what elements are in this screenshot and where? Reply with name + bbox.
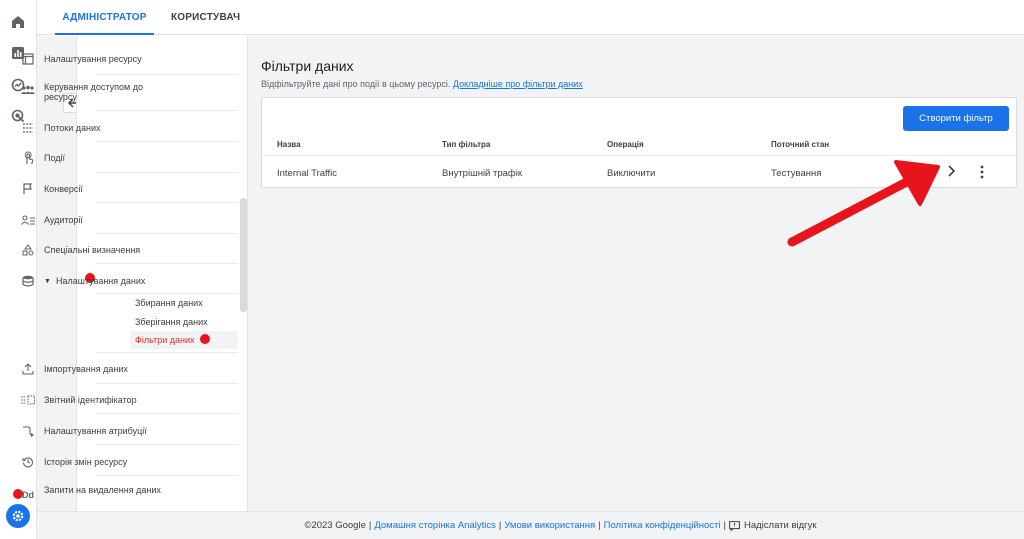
nav-item-label: Спеціальні визначення [44,245,141,255]
column-header-name: Назва [277,140,301,149]
footer: ©2023 Google | Домашня сторінка Analytic… [37,511,1024,539]
nav-item-label: Події [44,153,66,163]
people-icon [20,82,36,98]
nav-item-data-settings[interactable]: ▼ Налаштування даних [20,273,165,289]
footer-copyright: ©2023 Google [304,520,366,531]
nav-item-label: Налаштування атрибуції [44,426,147,436]
nav-item-label: Налаштування даних [55,276,146,286]
learn-more-link[interactable]: Докладніше про фільтри даних [453,79,583,89]
nav-item-audiences[interactable]: Аудиторії [20,212,165,228]
database-icon [20,273,36,289]
nav-item-label: Запити на видалення даних [44,485,161,495]
footer-link-analytics-home[interactable]: Домашня сторінка Analytics [374,520,496,531]
annotation-arrow [787,160,940,247]
nav-item-label: Потоки даних [44,123,101,133]
page-description: Відфільтруйте дані про події в цьому рес… [261,79,583,89]
dd-icon: Dd [22,490,34,500]
identifier-icon [20,392,36,408]
footer-link-privacy[interactable]: Політика конфіденційності [604,520,721,531]
nav-item-label: Аудиторії [44,215,83,225]
more-vert-icon[interactable] [977,164,987,180]
annotation-dot [200,334,210,344]
column-header-status: Поточний стан [771,140,830,149]
window-icon [20,51,36,67]
tab-user[interactable]: Користувач [171,0,240,35]
send-feedback-button[interactable]: Надіслати відгук [729,520,817,531]
page-title: Фільтри даних [261,58,354,74]
footer-link-terms[interactable]: Умови використання [504,520,595,531]
shapes-icon [20,242,36,258]
nav-item-conversions[interactable]: Конверсії [20,181,165,197]
nav-item-label: Конверсії [44,184,83,194]
nav-item-reporting-identity[interactable]: Звітний ідентифікатор [20,392,165,408]
nav-item-data-import[interactable]: Імпортування даних [20,361,165,377]
sub-item-data-retention[interactable]: Зберігання даних [135,317,208,327]
cell-filter-type: Внутрішній трафік [442,168,523,179]
audience-icon [20,212,36,228]
feedback-icon [729,520,740,531]
nav-item-attribution-settings[interactable]: Налаштування атрибуції [20,423,165,439]
attribution-icon [20,423,36,439]
nav-item-label: Імпортування даних [44,364,128,374]
touch-icon [20,150,36,166]
nav-item-label: Налаштування ресурсу [44,54,142,64]
upload-icon [20,361,36,377]
sub-item-data-collection[interactable]: Збирання даних [135,298,203,308]
nav-item-access-management[interactable]: Керування доступом до ресурсу [20,82,165,102]
create-filter-button[interactable]: Створити фільтр [903,106,1009,131]
cell-name: Internal Traffic [277,168,338,179]
cell-operation: Виключити [607,168,656,179]
top-tab-bar: Адміністратор Користувач [37,0,1024,35]
home-icon[interactable] [9,13,27,31]
nav-item-label: Керування доступом до ресурсу [44,82,143,102]
flag-icon [20,181,36,197]
nav-item-data-streams[interactable]: Потоки даних [20,120,165,136]
nav-item-change-history[interactable]: Історія змін ресурсу [20,454,165,470]
nav-scrollbar[interactable] [240,198,247,312]
caret-down-icon: ▼ [44,277,51,285]
nav-item-deletion-requests[interactable]: Dd Запити на видалення даних [20,485,165,503]
admin-gear-icon[interactable] [6,504,30,528]
tab-admin[interactable]: Адміністратор [55,0,154,35]
streams-icon [20,120,36,136]
nav-item-property-settings[interactable]: Налаштування ресурсу [20,51,165,67]
nav-item-label: Історія змін ресурсу [44,457,128,467]
history-icon [20,454,36,470]
column-header-operation: Операція [607,140,644,149]
sub-item-data-filters[interactable]: Фільтри даних [135,335,195,345]
column-header-filter-type: Тип фільтра [442,140,491,149]
nav-item-custom-definitions[interactable]: Спеціальні визначення [20,242,165,258]
nav-item-events[interactable]: Події [20,150,165,166]
nav-item-label: Звітний ідентифікатор [44,395,137,405]
